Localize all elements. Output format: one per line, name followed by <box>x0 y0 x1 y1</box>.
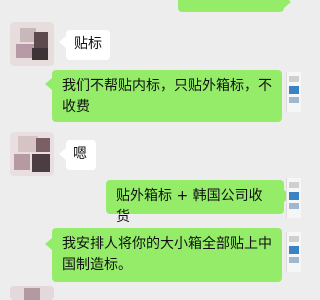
avatar-block <box>289 192 299 200</box>
message-bubble-sent[interactable]: 贴外箱标 + 韩国公司收货 <box>106 180 284 225</box>
bubble-tail <box>45 238 52 250</box>
contact-avatar[interactable] <box>10 22 54 66</box>
message-bubble-sent[interactable] <box>178 0 284 12</box>
bubble-tail <box>284 0 291 8</box>
message-text: 贴标 <box>74 36 102 52</box>
self-avatar[interactable] <box>286 178 301 218</box>
bubble-tail <box>59 148 66 160</box>
contact-avatar[interactable] <box>10 132 54 176</box>
message-text: 贴外箱标 + 韩国公司收货 <box>116 188 263 225</box>
avatar-block <box>289 246 299 254</box>
message-text: 我安排人将你的大小箱全部贴上中国制造标。 <box>62 236 272 273</box>
self-avatar[interactable] <box>286 72 301 112</box>
message-bubble[interactable]: 我安排人将你的大小箱全部贴上中国制造标。 <box>52 228 282 282</box>
avatar-block <box>289 203 299 209</box>
self-avatar[interactable] <box>286 232 301 272</box>
contact-avatar[interactable] <box>10 286 54 300</box>
message-bubble[interactable]: 我们不帮贴内标，只贴外箱标，不收费 <box>52 70 282 122</box>
message-bubble-received[interactable]: 嗯 <box>66 140 96 170</box>
avatar-block <box>289 182 299 188</box>
message-bubble-received[interactable]: 贴标 <box>66 30 110 60</box>
chat-window: 贴标 我们不帮贴内标，只贴外箱标，不收费 嗯 贴外箱标 + 韩国公司收货 我安排… <box>0 0 301 300</box>
bubble-tail <box>45 78 52 90</box>
avatar-block <box>289 76 299 82</box>
bubble-tail <box>59 36 66 48</box>
message-text: 嗯 <box>73 146 87 162</box>
avatar-block <box>289 86 299 94</box>
avatar-block <box>289 97 299 103</box>
avatar-block <box>289 236 299 242</box>
message-text: 我们不帮贴内标，只贴外箱标，不收费 <box>62 78 272 115</box>
avatar-block <box>289 257 299 263</box>
